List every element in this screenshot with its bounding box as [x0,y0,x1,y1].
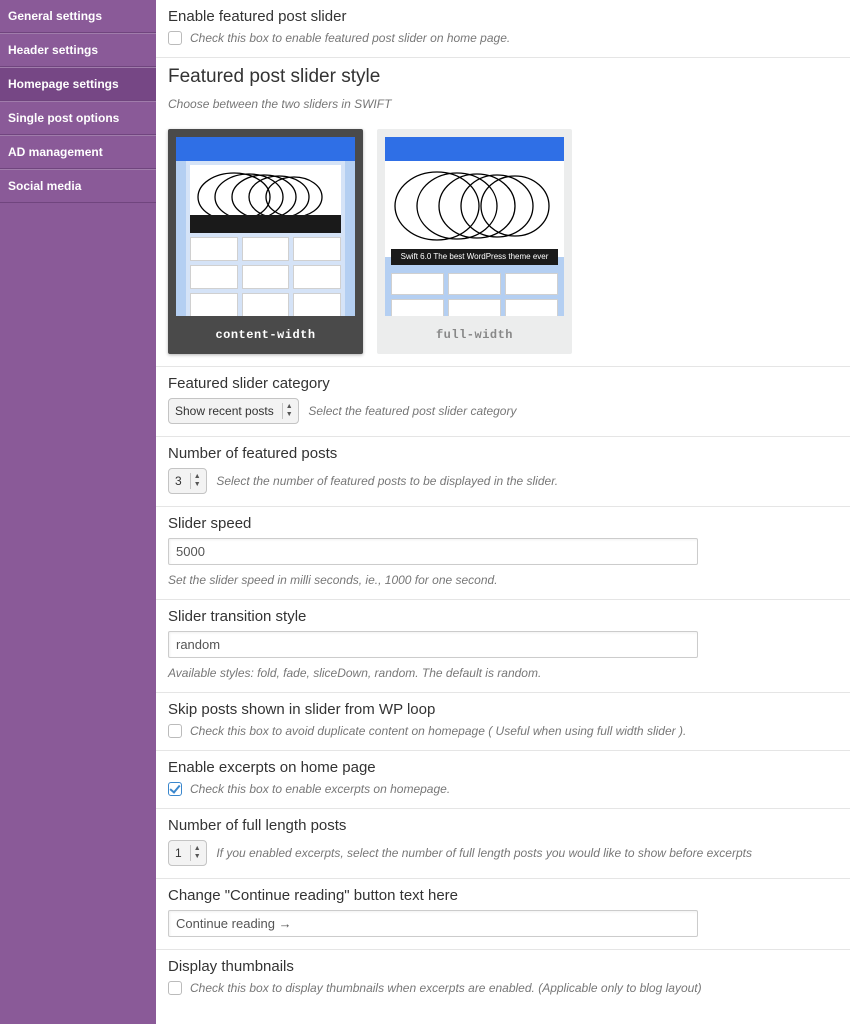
section-transition: Slider transition style Available styles… [156,600,850,693]
sidebar-item-single-post[interactable]: Single post options [0,101,156,135]
slider-category-desc: Select the featured post slider category [308,404,516,418]
enable-slider-desc: Check this box to enable featured post s… [190,31,510,45]
num-full-stepper[interactable]: 1 ▲▼ [168,840,207,866]
section-display-thumbs: Display thumbnails Check this box to dis… [156,950,850,1007]
settings-sidebar: General settings Header settings Homepag… [0,0,156,1024]
section-slider-style: Featured post slider style Choose betwee… [156,58,850,367]
slider-speed-desc: Set the slider speed in milli seconds, i… [168,573,838,587]
main-panel: Enable featured post slider Check this b… [156,0,850,1007]
slider-style-option-full-width[interactable]: Swift 6.0 The best WordPress theme ever … [377,129,572,354]
skip-posts-desc: Check this box to avoid duplicate conten… [190,724,686,738]
updown-icon: ▲▼ [190,845,204,861]
content-width-label: content-width [176,326,355,346]
enable-slider-checkbox[interactable] [168,31,182,45]
updown-icon: ▲▼ [282,403,296,419]
slider-style-desc: Choose between the two sliders in SWIFT [168,97,391,111]
display-thumbs-title: Display thumbnails [168,958,838,975]
num-full-desc: If you enabled excerpts, select the numb… [216,846,752,860]
num-full-title: Number of full length posts [168,817,838,834]
continue-reading-title: Change "Continue reading" button text he… [168,887,838,904]
enable-slider-title: Enable featured post slider [168,8,838,25]
section-enable-slider: Enable featured post slider Check this b… [156,0,850,58]
display-thumbs-checkbox[interactable] [168,981,182,995]
sidebar-item-ad[interactable]: AD management [0,135,156,169]
sidebar-item-general[interactable]: General settings [0,0,156,33]
transition-input[interactable] [168,631,698,658]
slider-speed-title: Slider speed [168,515,838,532]
enable-excerpts-title: Enable excerpts on home page [168,759,838,776]
section-enable-excerpts: Enable excerpts on home page Check this … [156,751,850,809]
enable-excerpts-checkbox[interactable] [168,782,182,796]
num-featured-desc: Select the number of featured posts to b… [216,474,558,488]
slider-category-select[interactable]: Show recent posts ▲▼ [168,398,299,424]
section-num-full: Number of full length posts 1 ▲▼ If you … [156,809,850,879]
display-thumbs-desc: Check this box to display thumbnails whe… [190,981,702,995]
sidebar-item-social[interactable]: Social media [0,169,156,203]
section-num-featured: Number of featured posts 3 ▲▼ Select the… [156,437,850,507]
sidebar-item-homepage[interactable]: Homepage settings [0,67,156,101]
slider-category-title: Featured slider category [168,375,838,392]
sidebar-item-header[interactable]: Header settings [0,33,156,67]
enable-excerpts-desc: Check this box to enable excerpts on hom… [190,782,450,796]
section-slider-speed: Slider speed Set the slider speed in mil… [156,507,850,600]
full-width-preview: Swift 6.0 The best WordPress theme ever [385,137,564,316]
num-featured-stepper[interactable]: 3 ▲▼ [168,468,207,494]
continue-reading-input[interactable] [168,910,698,937]
skip-posts-title: Skip posts shown in slider from WP loop [168,701,838,718]
transition-title: Slider transition style [168,608,838,625]
updown-icon: ▲▼ [190,473,204,489]
slider-style-option-content-width[interactable]: content-width [168,129,363,354]
transition-desc: Available styles: fold, fade, sliceDown,… [168,666,838,680]
section-continue-reading: Change "Continue reading" button text he… [156,879,850,950]
full-width-caption-text: Swift 6.0 The best WordPress theme ever [391,249,558,265]
full-width-label: full-width [385,326,564,346]
section-skip-posts: Skip posts shown in slider from WP loop … [156,693,850,751]
num-featured-title: Number of featured posts [168,445,838,462]
skip-posts-checkbox[interactable] [168,724,182,738]
slider-speed-input[interactable] [168,538,698,565]
content-width-preview [176,137,355,316]
section-slider-category: Featured slider category Show recent pos… [156,367,850,437]
slider-style-title: Featured post slider style [168,66,838,88]
